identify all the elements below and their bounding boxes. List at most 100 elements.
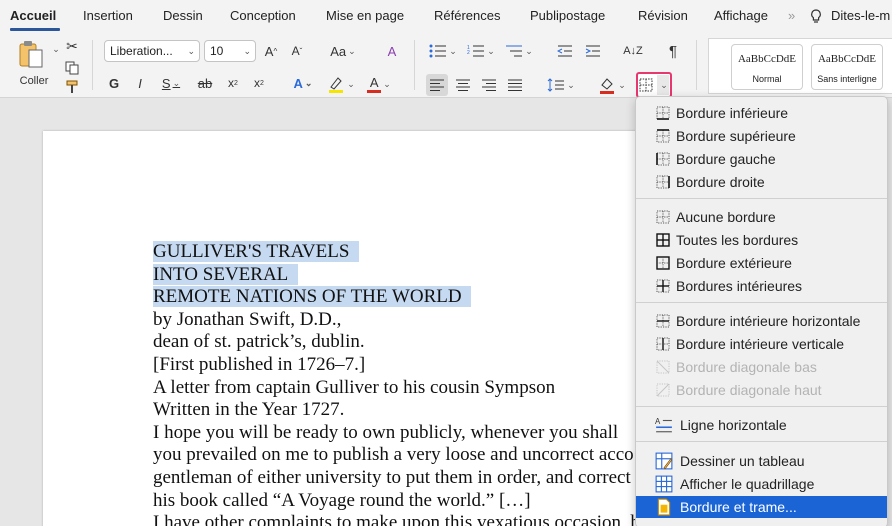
font-size-dropdown[interactable]: 10 ⌄: [204, 40, 256, 62]
menu-item-dessiner-un-tableau[interactable]: Dessiner un tableau: [636, 450, 887, 472]
document-line[interactable]: Written in the Year 1727.: [153, 399, 683, 422]
menu-item-bordure-interieure-verticale[interactable]: Bordure intérieure verticale: [636, 333, 887, 355]
document-body[interactable]: GULLIVER'S TRAVELS INTO SEVERAL REMOTE N…: [153, 241, 683, 526]
diagonal-up-border-icon: [656, 383, 670, 397]
menu-item-bordure-superieure[interactable]: Bordure supérieure: [636, 125, 887, 147]
selected-text[interactable]: REMOTE NATIONS OF THE WORLD: [153, 286, 462, 308]
menu-item-bordure-exterieure[interactable]: Bordure extérieure: [636, 252, 887, 274]
multilevel-list-icon[interactable]: ⌄: [502, 42, 536, 60]
menu-item-label: Bordure droite: [676, 174, 765, 190]
document-line[interactable]: [First published in 1726–7.]: [153, 354, 683, 377]
inside-horizontal-border-icon: [656, 314, 670, 328]
justify-icon[interactable]: [504, 74, 526, 96]
copy-icon[interactable]: [64, 60, 80, 76]
document-line[interactable]: I have other complaints to make upon thi…: [153, 512, 683, 526]
menu-item-bordure-droite[interactable]: Bordure droite: [636, 171, 887, 193]
menu-item-bordure-interieure-horizontale[interactable]: Bordure intérieure horizontale: [636, 310, 887, 332]
menu-item-label: Bordures intérieures: [676, 278, 803, 294]
menu-item-bordures-interieures[interactable]: Bordures intérieures: [636, 275, 887, 297]
numbering-icon[interactable]: 1 2 ⌄: [464, 42, 498, 60]
document-line: INTO SEVERAL: [153, 263, 683, 287]
document-line[interactable]: by Jonathan Swift, D.D.,: [153, 309, 683, 332]
show-formatting-marks-icon[interactable]: ¶: [664, 42, 682, 60]
border-left-icon: [656, 152, 670, 166]
grow-font-icon[interactable]: A ^: [262, 42, 280, 60]
borders-dropdown-chevron-icon[interactable]: ⌄: [657, 75, 669, 95]
inside-vertical-border-icon: [656, 337, 670, 351]
paste-icon[interactable]: [14, 38, 48, 70]
tab-overflow-chevron-icon[interactable]: »: [788, 8, 795, 23]
style-sample: AaBbCcDdE: [817, 53, 877, 65]
outside-borders-icon: [656, 256, 670, 270]
border-right-icon: [656, 175, 670, 189]
menu-item-bordure-et-trame[interactable]: Bordure et trame...: [636, 496, 887, 518]
document-line[interactable]: A letter from captain Gulliver to his co…: [153, 377, 683, 400]
tab-conception[interactable]: Conception: [230, 8, 296, 23]
clear-formatting-icon[interactable]: A: [382, 42, 402, 60]
diagonal-down-border-icon: [656, 360, 670, 374]
document-line[interactable]: his book called “A Voyage round the worl…: [153, 490, 683, 513]
menu-item-toutes-les-bordures[interactable]: Toutes les bordures: [636, 229, 887, 251]
tab-accueil[interactable]: Accueil: [10, 8, 56, 23]
menu-item-label: Dessiner un tableau: [680, 453, 805, 469]
document-line: REMOTE NATIONS OF THE WORLD: [153, 286, 683, 309]
no-border-icon: [656, 210, 670, 224]
font-color-icon[interactable]: A ⌄: [364, 74, 394, 94]
style-sans-interligne[interactable]: AaBbCcDdE Sans interligne: [811, 44, 883, 90]
menu-item-label: Bordure intérieure horizontale: [676, 313, 861, 329]
tab-mise-en-page[interactable]: Mise en page: [326, 8, 404, 23]
document-line[interactable]: you prevailed on me to publish a very lo…: [153, 444, 683, 467]
document-line[interactable]: dean of st. patrick’s, dublin.: [153, 331, 683, 354]
bullets-icon[interactable]: ⌄: [426, 42, 460, 60]
tab-publipostage[interactable]: Publipostage: [530, 8, 605, 23]
tell-me-search[interactable]: Dites-le-m: [831, 8, 890, 23]
underline-icon[interactable]: S ⌄: [158, 74, 184, 92]
document-line[interactable]: gentleman of either university to put th…: [153, 467, 683, 490]
align-center-icon[interactable]: [452, 74, 474, 96]
font-name-dropdown[interactable]: Liberation... ⌄: [104, 40, 200, 62]
borders-button[interactable]: ⌄: [636, 72, 672, 98]
paste-button-label[interactable]: Coller: [14, 74, 54, 88]
decrease-indent-icon[interactable]: [556, 42, 574, 60]
align-left-icon[interactable]: [426, 74, 448, 96]
style-normal[interactable]: AaBbCcDdE Normal: [731, 44, 803, 90]
tab-revision[interactable]: Révision: [638, 8, 688, 23]
strikethrough-icon[interactable]: ab: [194, 74, 216, 92]
tab-dessin[interactable]: Dessin: [163, 8, 203, 23]
menu-item-label: Bordure inférieure: [676, 105, 789, 121]
cut-scissors-icon[interactable]: ✂: [64, 38, 80, 54]
line-spacing-icon[interactable]: ⌄: [544, 74, 578, 96]
menu-item-bordure-inferieure[interactable]: Bordure inférieure: [636, 102, 887, 124]
text-effects-icon[interactable]: A ⌄: [288, 74, 318, 92]
superscript-icon[interactable]: x2: [250, 74, 268, 92]
bold-icon[interactable]: G: [106, 74, 122, 92]
menu-item-ligne-horizontale[interactable]: A Ligne horizontale: [636, 414, 887, 436]
italic-icon[interactable]: I: [132, 74, 148, 92]
format-painter-icon[interactable]: [64, 79, 80, 95]
style-sample: AaBbCcDdE: [737, 53, 797, 65]
subscript-icon[interactable]: x2: [224, 74, 242, 92]
align-right-icon[interactable]: [478, 74, 500, 96]
increase-indent-icon[interactable]: [584, 42, 602, 60]
selected-text[interactable]: INTO SEVERAL: [153, 263, 289, 285]
font-size-value: 10: [210, 44, 224, 58]
inside-borders-icon: [656, 279, 670, 293]
document-page[interactable]: GULLIVER'S TRAVELS INTO SEVERAL REMOTE N…: [43, 131, 683, 526]
sort-icon[interactable]: A↓Z: [622, 42, 644, 60]
svg-text:A: A: [655, 417, 661, 426]
highlight-color-icon[interactable]: ⌄: [326, 74, 356, 94]
menu-item-afficher-le-quadrillage[interactable]: Afficher le quadrillage: [636, 473, 887, 495]
menu-item-label: Bordure et trame...: [680, 499, 797, 515]
tab-affichage[interactable]: Affichage: [714, 8, 768, 23]
tab-references[interactable]: Références: [434, 8, 500, 23]
shading-icon[interactable]: ⌄: [596, 74, 628, 96]
menu-item-bordure-gauche[interactable]: Bordure gauche: [636, 148, 887, 170]
tab-insertion[interactable]: Insertion: [83, 8, 133, 23]
change-case-icon[interactable]: Aa ⌄: [328, 42, 358, 60]
selected-text[interactable]: GULLIVER'S TRAVELS: [153, 241, 350, 262]
menu-item-aucune-bordure[interactable]: Aucune bordure: [636, 206, 887, 228]
all-borders-icon: [656, 233, 670, 247]
shrink-font-icon[interactable]: Aˇ: [288, 42, 306, 60]
document-line[interactable]: I hope you will be ready to own publicly…: [153, 422, 683, 445]
paste-dropdown-chevron-icon[interactable]: ⌄: [50, 42, 60, 56]
